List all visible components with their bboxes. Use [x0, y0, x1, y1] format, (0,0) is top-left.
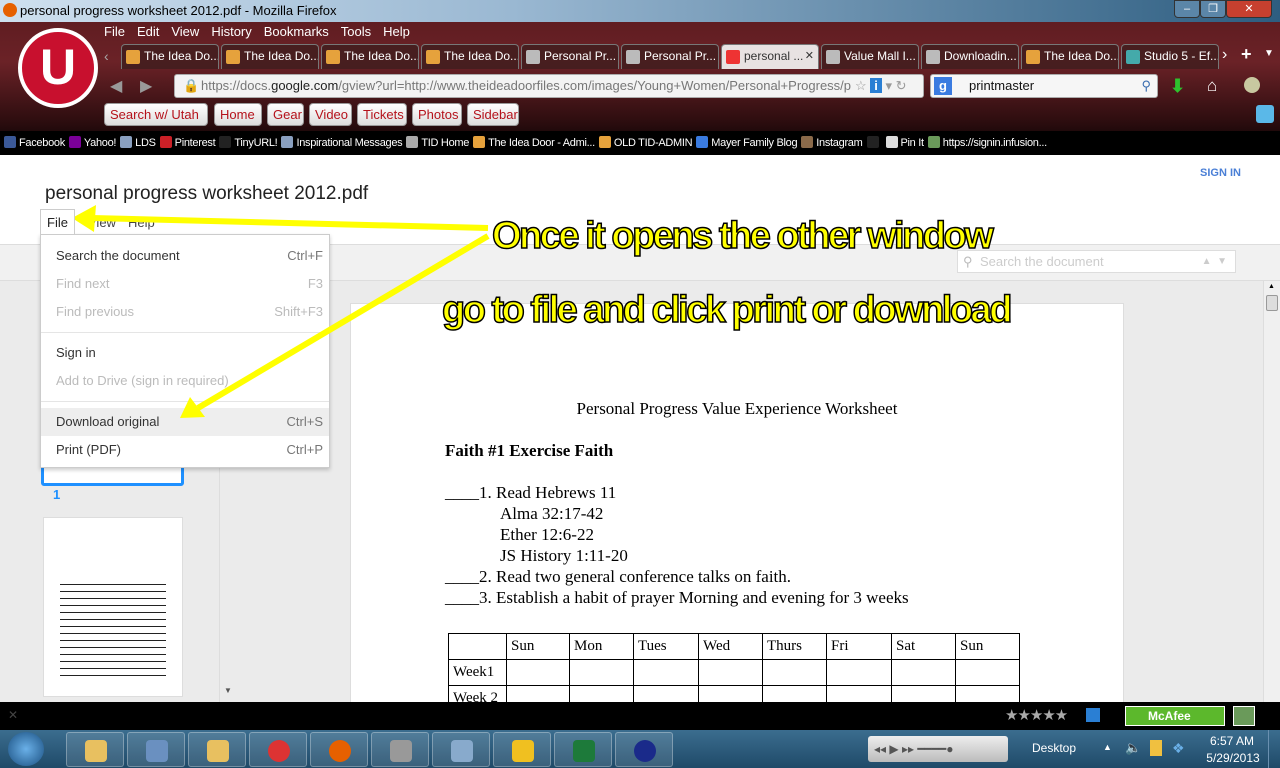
viewer-menu-file[interactable]: File — [40, 209, 75, 234]
taskbar-outlook[interactable] — [66, 732, 124, 767]
addon-bar: ✕ ★★★★★ McAfee — [0, 702, 1280, 730]
action-center-icon[interactable] — [1150, 740, 1162, 756]
taskbar-calculator[interactable] — [127, 732, 185, 767]
close-addon-bar[interactable]: ✕ — [8, 708, 18, 722]
rating-stars-icon[interactable]: ★★★★★ — [1005, 706, 1068, 724]
taskbar-chrome[interactable] — [249, 732, 307, 767]
taskbar-notepad[interactable] — [432, 732, 490, 767]
media-player-controls[interactable]: ◂◂ ▶ ▸▸ ━━━━● — [868, 736, 1008, 762]
mcafee-badge[interactable]: McAfee — [1125, 706, 1225, 726]
addon-export-icon[interactable] — [1233, 706, 1255, 726]
clock-date[interactable]: 5/29/2013 — [1204, 751, 1262, 765]
tray-expand-icon[interactable]: ▲ — [1103, 742, 1112, 752]
chrome-icon — [268, 740, 290, 762]
desktop-toolbar[interactable]: Desktop — [1032, 741, 1076, 755]
taskbar-excel[interactable] — [554, 732, 612, 767]
excel-icon — [573, 740, 595, 762]
firefox-icon — [329, 740, 351, 762]
volume-icon[interactable]: 🔈 — [1125, 740, 1141, 756]
show-desktop-button[interactable] — [1268, 730, 1280, 768]
taskbar-app[interactable] — [371, 732, 429, 767]
annotation-line-1: Once it opens the other window — [491, 214, 994, 258]
taskbar-app2[interactable] — [615, 732, 673, 767]
notepad-icon — [451, 740, 473, 762]
taskbar-explorer[interactable] — [188, 732, 246, 767]
app2-icon — [634, 740, 656, 762]
taskbar-firefox[interactable] — [310, 732, 368, 767]
clock-time[interactable]: 6:57 AM — [1208, 734, 1256, 748]
outlook-icon — [85, 740, 107, 762]
calculator-icon — [146, 740, 168, 762]
arrow-to-file — [91, 215, 489, 231]
taskbar-star-app[interactable] — [493, 732, 551, 767]
star-app-icon — [512, 740, 534, 762]
annotation-arrows — [72, 205, 490, 418]
dropbox-icon[interactable]: ❖ — [1172, 740, 1185, 757]
x-icon[interactable] — [1086, 708, 1100, 722]
taskbar: ◂◂ ▶ ▸▸ ━━━━● Desktop ▲ 🔈 ❖ 6:57 AM 5/29… — [0, 730, 1280, 768]
annotation-line-2: go to file and click print or download — [441, 288, 1013, 332]
app-icon — [390, 740, 412, 762]
arrowhead — [72, 205, 96, 232]
start-button[interactable] — [8, 732, 44, 766]
explorer-icon — [207, 740, 229, 762]
